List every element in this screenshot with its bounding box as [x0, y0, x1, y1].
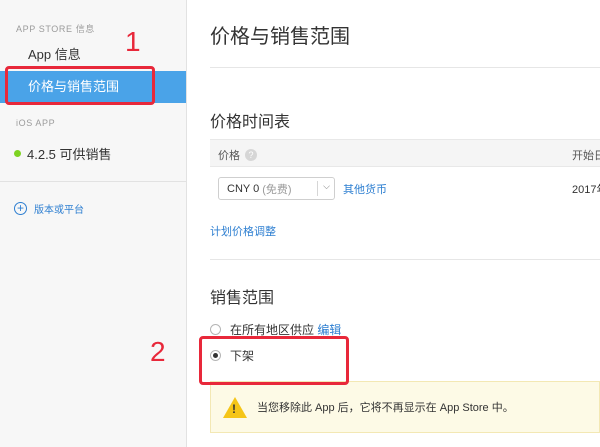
select-separator [317, 181, 318, 196]
ios-app-header: iOS APP [16, 118, 56, 128]
annotation-number-1: 1 [125, 26, 141, 57]
plus-circle-icon: + [14, 202, 27, 215]
page-title: 价格与销售范围 [210, 26, 350, 48]
price-column-header: 价格 ? [218, 147, 257, 163]
divider [210, 259, 600, 260]
divider [210, 67, 600, 68]
warning-icon: ! [223, 396, 247, 418]
price-table-header: 价格 ? 开始日期 [210, 139, 600, 167]
version-label: 4.2.5 可供销售 [27, 147, 112, 162]
annotation-box-2 [199, 336, 349, 385]
other-currency-link[interactable]: 其他货币 [343, 181, 387, 197]
annotation-box-1 [5, 66, 155, 105]
sidebar-item-version[interactable]: 4.2.5 可供销售 [14, 144, 112, 163]
add-version-button[interactable]: + 版本或平台 [14, 201, 84, 216]
annotation-number-2: 2 [150, 336, 166, 367]
add-version-label: 版本或平台 [34, 205, 84, 216]
edit-link[interactable]: 编辑 [317, 323, 341, 337]
help-icon[interactable]: ? [245, 149, 257, 161]
warning-text: 当您移除此 App 后，它将不再显示在 App Store 中。 [257, 402, 514, 414]
price-schedule-title: 价格时间表 [210, 114, 291, 131]
start-date-value: 2017年 [572, 184, 600, 196]
status-dot [14, 150, 21, 157]
warning-banner: ! 当您移除此 App 后，它将不再显示在 App Store 中。 [210, 381, 600, 433]
sidebar-divider [0, 181, 186, 182]
schedule-price-change-link[interactable]: 计划价格调整 [210, 223, 276, 239]
price-column-label: 价格 [218, 150, 240, 162]
start-date-column-header: 开始日期 [572, 150, 600, 162]
price-select-suffix: (免费) [262, 183, 292, 196]
availability-title: 销售范围 [210, 290, 275, 307]
radio-button[interactable] [210, 324, 221, 335]
price-select[interactable]: CNY 0 (免费) ⌵ [218, 177, 335, 200]
chevron-down-icon: ⌵ [323, 181, 330, 191]
app-store-info-header: APP STORE 信息 [16, 24, 95, 34]
price-select-value: CNY 0 [227, 182, 260, 195]
